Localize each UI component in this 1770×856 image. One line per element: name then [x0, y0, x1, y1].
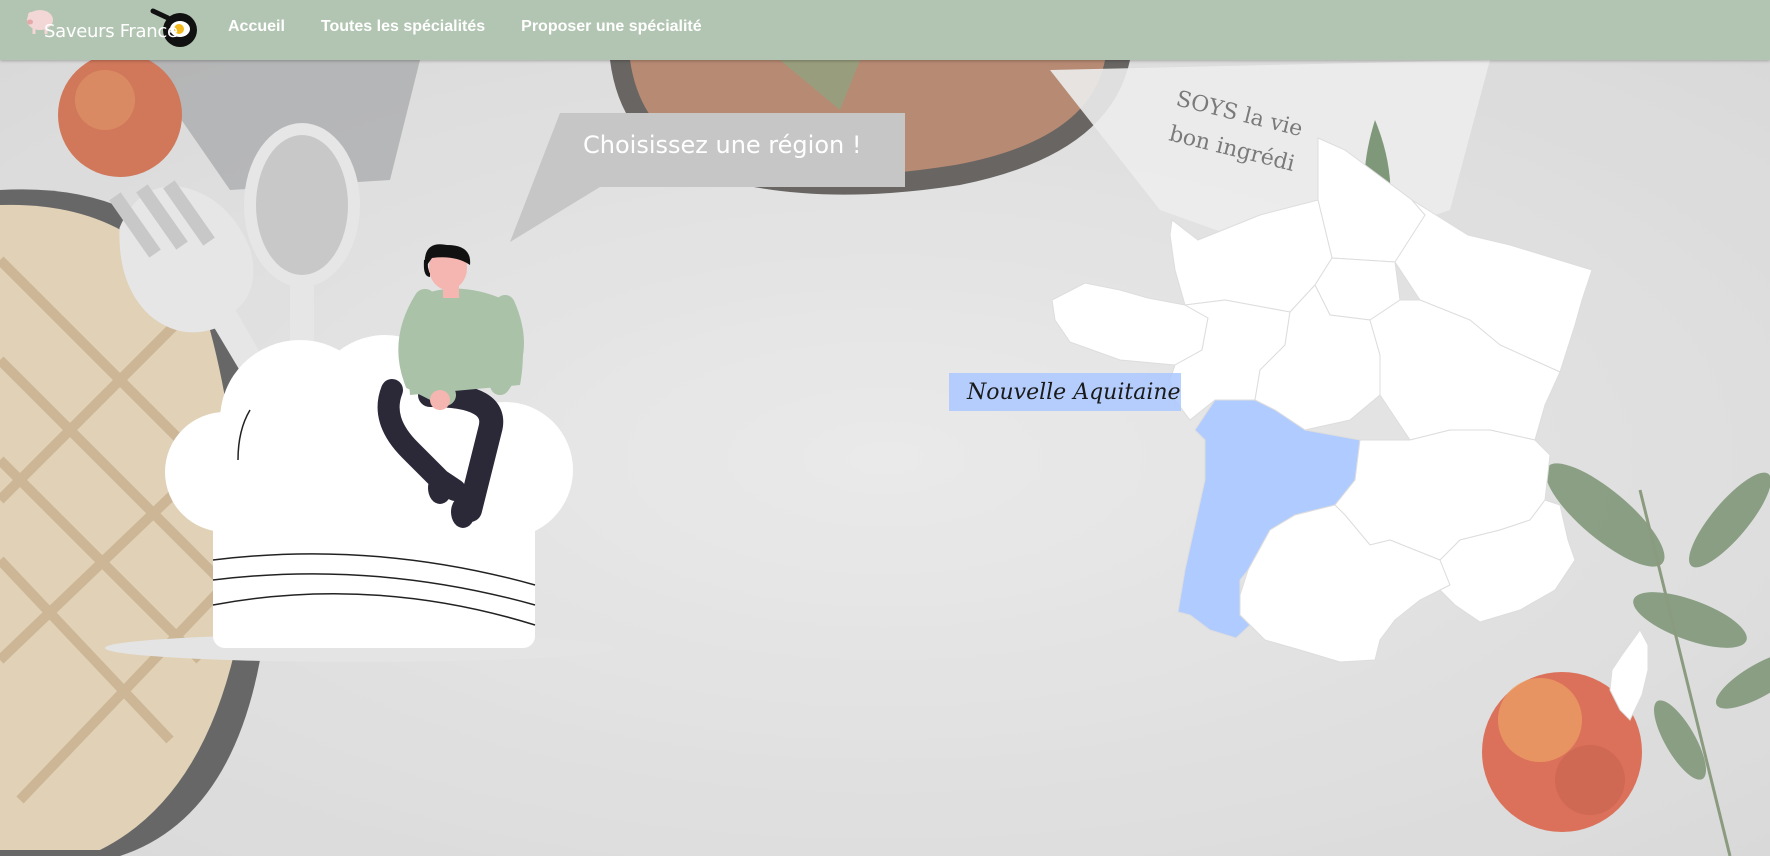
brand-name: Saveurs France: [44, 21, 178, 42]
navbar: Saveurs France Accueil Toutes les spécia…: [0, 0, 1770, 60]
nav-links: Accueil Toutes les spécialités Proposer …: [228, 18, 738, 36]
main-content: Choisissez une région ! Nouvelle Aquitai…: [0, 0, 1770, 856]
region-corse[interactable]: [1609, 629, 1649, 721]
france-map: [1051, 137, 1649, 721]
region-hover-label: Nouvelle Aquitaine: [949, 373, 1181, 411]
brand-logo[interactable]: Saveurs France: [18, 0, 198, 60]
nav-toutes-specialites[interactable]: Toutes les spécialités: [321, 18, 485, 36]
region-hover-label-text: Nouvelle Aquitaine: [967, 380, 1181, 405]
nav-proposer-specialite[interactable]: Proposer une spécialité: [521, 18, 702, 36]
nav-accueil[interactable]: Accueil: [228, 18, 285, 36]
